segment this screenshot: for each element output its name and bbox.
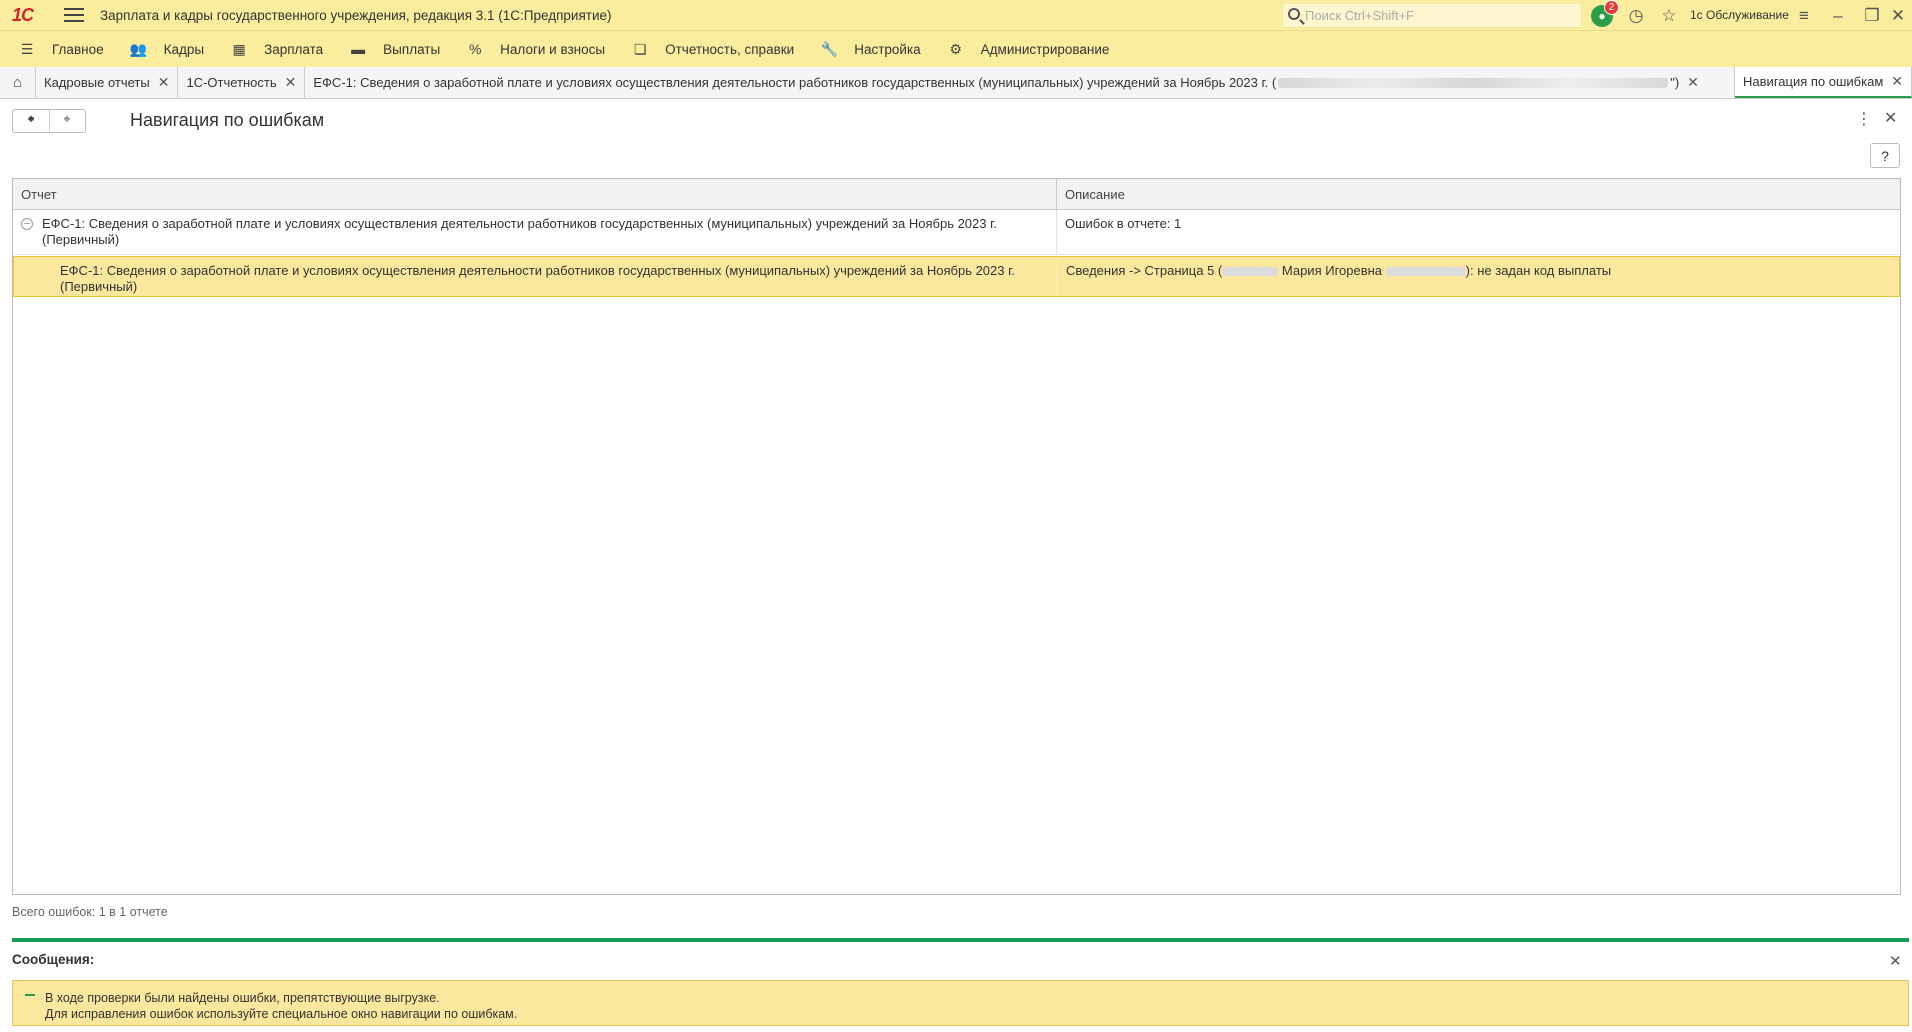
messages-title: Сообщения:: [12, 952, 95, 967]
history-icon[interactable]: ◷: [1624, 4, 1648, 28]
search-icon: [1288, 8, 1300, 20]
wrench-icon: 🔧: [820, 40, 838, 57]
title-bar: 1С Зарплата и кадры государственного учр…: [0, 0, 1912, 31]
section-staff[interactable]: 👥 Кадры: [116, 31, 216, 67]
message-marker-icon: [25, 994, 35, 996]
column-header-description[interactable]: Описание: [1057, 179, 1900, 209]
tab-label: Навигация по ошибкам: [1743, 74, 1884, 89]
section-label: Отчетность, справки: [665, 41, 795, 57]
back-arrow-icon[interactable]: 🠸: [13, 110, 50, 132]
tab-error-navigation[interactable]: Навигация по ошибкам ✕: [1735, 67, 1912, 98]
error-description-prefix: Сведения -> Страница 5 (: [1066, 263, 1223, 278]
notifications-button[interactable]: ● 2: [1590, 0, 1619, 28]
report-name: ЕФС-1: Сведения о заработной плате и усл…: [60, 263, 1015, 294]
section-taxes[interactable]: % Налоги и взносы: [452, 31, 617, 67]
tab-label: 1С-Отчетность: [186, 75, 277, 90]
report-name: ЕФС-1: Сведения о заработной плате и усл…: [42, 216, 997, 247]
tab-label: ЕФС-1: Сведения о заработной плате и усл…: [313, 75, 1277, 90]
close-window-icon[interactable]: ✕: [1886, 4, 1910, 28]
close-tab-icon[interactable]: ✕: [1687, 74, 1699, 91]
section-label: Главное: [52, 41, 104, 57]
gear-icon: ⚙: [949, 40, 962, 57]
table-row-group[interactable]: – ЕФС-1: Сведения о заработной плате и у…: [13, 210, 1900, 255]
forward-arrow-icon[interactable]: 🠺: [50, 110, 86, 132]
error-count: Ошибок в отчете: 1: [1065, 216, 1182, 231]
section-label: Зарплата: [264, 41, 324, 57]
section-main[interactable]: ☰ Главное: [0, 31, 116, 67]
close-messages-icon[interactable]: ✕: [1889, 952, 1902, 970]
sections-panel: ☰ Главное 👥 Кадры ▦ Зарплата ▬ Выплаты %…: [0, 31, 1912, 67]
tab-label: Кадровые отчеты: [44, 75, 150, 90]
close-tab-icon[interactable]: ✕: [285, 74, 297, 91]
employee-name: Мария Игоревна: [1281, 263, 1383, 278]
help-button[interactable]: ?: [1870, 143, 1900, 168]
documents-icon: ❏: [633, 40, 647, 57]
tab-efs1-report[interactable]: ЕФС-1: Сведения о заработной плате и усл…: [305, 67, 1736, 98]
search-placeholder: Поиск Ctrl+Shift+F: [1305, 8, 1414, 23]
settings-funnel-icon[interactable]: ≡: [1792, 4, 1816, 28]
tab-1c-reporting[interactable]: 1С-Отчетность ✕: [178, 67, 306, 98]
app-title: Зарплата и кадры государственного учрежд…: [100, 7, 612, 23]
tab-hr-reports[interactable]: Кадровые отчеты ✕: [36, 67, 179, 98]
notifications-badge: 2: [1604, 0, 1619, 15]
tab-label-suffix: "): [1670, 75, 1680, 90]
redacted-text: [1278, 77, 1669, 88]
close-tab-icon[interactable]: ✕: [1891, 73, 1903, 90]
redacted-text: [1222, 267, 1279, 277]
percent-icon: %: [468, 41, 482, 57]
history-navigation: 🠸 🠺: [12, 109, 86, 133]
section-label: Налоги и взносы: [500, 41, 606, 57]
close-tab-icon[interactable]: ✕: [158, 74, 170, 91]
favorites-star-icon[interactable]: ☆: [1657, 4, 1681, 28]
section-payments[interactable]: ▬ Выплаты: [335, 31, 452, 67]
errors-table: Отчет Описание – ЕФС-1: Сведения о зараб…: [12, 178, 1901, 895]
message-item[interactable]: В ходе проверки были найдены ошибки, пре…: [12, 980, 1909, 1026]
error-description: Сведения -> Страница 5 ( Мария Игоревна …: [1058, 257, 1899, 296]
section-label: Администрирование: [980, 41, 1110, 57]
message-line-2: Для исправления ошибок используйте специ…: [45, 1007, 518, 1021]
section-admin[interactable]: ⚙ Администрирование: [933, 31, 1122, 67]
section-label: Выплаты: [383, 41, 441, 57]
close-form-icon[interactable]: ✕: [1884, 108, 1897, 128]
maximize-icon[interactable]: ❐: [1860, 4, 1884, 28]
table-header: Отчет Описание: [13, 179, 1900, 210]
wallet-icon: ▬: [351, 41, 366, 57]
menu-icon: ☰: [20, 40, 34, 57]
error-description-suffix: ): не задан код выплаты: [1465, 263, 1612, 278]
1c-logo[interactable]: 1С: [12, 5, 46, 26]
column-header-report[interactable]: Отчет: [13, 179, 1057, 209]
current-user[interactable]: 1с Обслуживание: [1690, 8, 1789, 22]
section-salary[interactable]: ▦ Зарплата: [216, 31, 335, 67]
section-label: Кадры: [163, 41, 205, 57]
calculator-icon: ▦: [232, 40, 246, 57]
minimize-icon[interactable]: –: [1826, 4, 1850, 28]
table-row-error[interactable]: ЕФС-1: Сведения о заработной плате и усл…: [13, 256, 1900, 297]
home-icon[interactable]: ⌂: [0, 67, 36, 98]
page-title: Навигация по ошибкам: [130, 110, 325, 130]
search-input[interactable]: Поиск Ctrl+Shift+F: [1282, 3, 1582, 28]
section-label: Настройка: [854, 41, 921, 57]
section-reports[interactable]: ❏ Отчетность, справки: [617, 31, 806, 67]
collapse-icon[interactable]: –: [21, 218, 33, 230]
open-windows-tabs: ⌂ Кадровые отчеты ✕ 1С-Отчетность ✕ ЕФС-…: [0, 67, 1912, 99]
messages-divider: [12, 938, 1909, 942]
redacted-text: [1385, 267, 1466, 277]
message-line-1: В ходе проверки были найдены ошибки, пре…: [45, 991, 440, 1005]
people-icon: 👥: [129, 40, 148, 57]
main-menu-icon[interactable]: [64, 8, 84, 22]
errors-total: Всего ошибок: 1 в 1 отчете: [12, 905, 168, 919]
section-settings[interactable]: 🔧 Настройка: [806, 31, 932, 67]
more-actions-icon[interactable]: ⋮: [1856, 109, 1872, 129]
